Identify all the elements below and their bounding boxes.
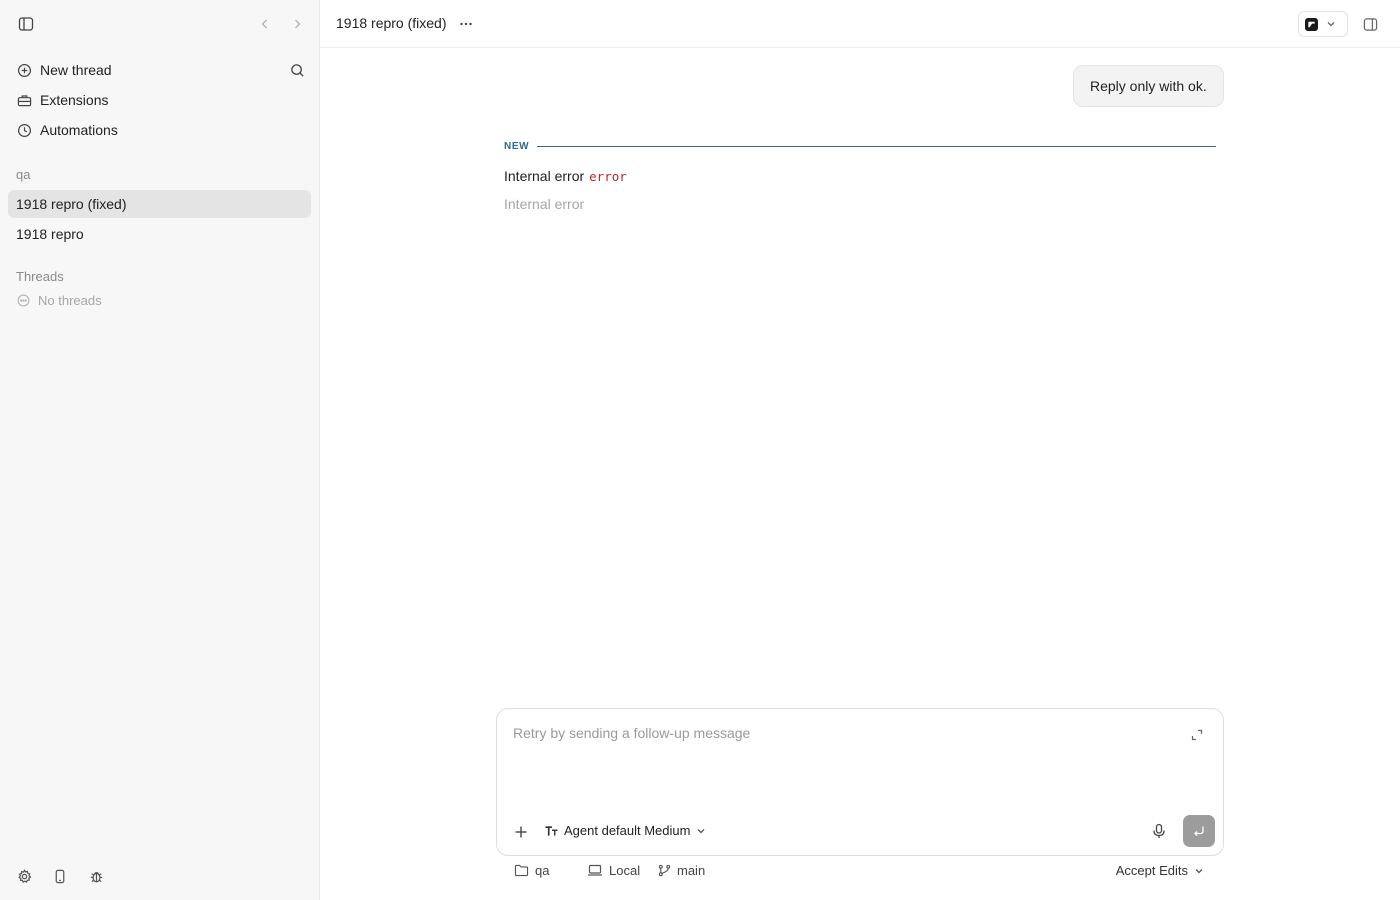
- thread-item-active[interactable]: 1918 repro (fixed): [8, 190, 311, 218]
- new-messages-divider: NEW: [504, 139, 1216, 153]
- expand-icon: [1191, 729, 1203, 741]
- panel-right-icon: [1363, 17, 1377, 31]
- accept-edits-label: Accept Edits: [1115, 863, 1188, 878]
- text-size-icon: [545, 825, 558, 836]
- sidebar-footer: [0, 852, 320, 900]
- thread-header: 1918 repro (fixed): [320, 0, 1400, 48]
- toolbox-icon: [16, 92, 32, 108]
- search-threads-button[interactable]: [285, 58, 309, 82]
- thread-item[interactable]: 1918 repro: [8, 220, 311, 248]
- forward-button[interactable]: [285, 12, 309, 36]
- mobile-button[interactable]: [48, 864, 72, 888]
- sidebar-item-new-thread[interactable]: New thread: [8, 56, 311, 84]
- debug-button[interactable]: [84, 864, 108, 888]
- error-message: Internal error error: [504, 168, 627, 184]
- folder-selector[interactable]: qa: [514, 863, 549, 878]
- environment-label: Local: [609, 863, 641, 878]
- voice-input-button[interactable]: [1147, 819, 1171, 843]
- clock-icon: [16, 122, 32, 138]
- expand-composer-button[interactable]: [1185, 723, 1209, 747]
- add-attachment-button[interactable]: [509, 820, 533, 844]
- agent-mode-label: Agent default Medium: [564, 823, 691, 838]
- branch-selector[interactable]: main: [658, 863, 705, 878]
- project-section-label[interactable]: qa: [16, 167, 30, 182]
- plus-circle-icon: [16, 62, 32, 78]
- back-button[interactable]: [253, 12, 277, 36]
- open-in-app-dropdown[interactable]: [1298, 11, 1348, 37]
- search-icon: [290, 63, 304, 77]
- git-branch-icon: [658, 864, 671, 877]
- threads-section-label: Threads: [16, 269, 64, 284]
- more-horizontal-icon: [460, 22, 472, 26]
- main-panel: 1918 repro (fixed) Reply only with ok. N…: [320, 0, 1400, 900]
- send-button[interactable]: [1183, 815, 1215, 847]
- divider-line: [537, 145, 1216, 147]
- app-logo-icon: [1305, 17, 1318, 31]
- toggle-sidebar-button[interactable]: [14, 12, 38, 36]
- sidebar-item-label: Automations: [40, 122, 118, 138]
- chevron-down-icon: [1195, 868, 1203, 873]
- sidebar-item-label: New thread: [40, 62, 112, 78]
- toggle-right-panel-button[interactable]: [1358, 12, 1382, 36]
- new-divider-label: NEW: [504, 140, 530, 152]
- error-detail: Internal error: [504, 196, 585, 212]
- error-text: Internal error: [504, 168, 585, 184]
- chevron-down-icon: [1327, 22, 1335, 27]
- settings-button[interactable]: [12, 864, 36, 888]
- gear-icon: [17, 868, 31, 883]
- thread-title[interactable]: 1918 repro (fixed): [336, 15, 447, 31]
- laptop-icon: [588, 864, 602, 876]
- branch-label: main: [677, 863, 706, 878]
- bug-icon: [90, 871, 102, 882]
- message-input[interactable]: [513, 725, 1173, 741]
- sidebar-item-automations[interactable]: Automations: [8, 116, 311, 144]
- no-threads-placeholder: No threads: [16, 293, 102, 308]
- environment-selector[interactable]: Local: [587, 863, 640, 878]
- chevron-right-icon: [295, 19, 301, 29]
- sidebar-toggle-icon: [18, 17, 34, 31]
- send-enter-icon: [1194, 826, 1204, 836]
- plus-icon: [515, 826, 527, 838]
- folder-icon: [514, 864, 529, 877]
- sidebar: New thread Extensions Automations qa 191…: [0, 0, 320, 900]
- sidebar-toolbar: [0, 0, 320, 48]
- chat-dots-icon: [16, 294, 30, 308]
- sidebar-item-extensions[interactable]: Extensions: [8, 86, 311, 114]
- chevron-down-icon: [698, 828, 705, 833]
- composer-footer: qa Local main Accept Edits: [496, 860, 1224, 884]
- thread-menu-button[interactable]: [454, 12, 478, 36]
- chevron-left-icon: [261, 19, 267, 29]
- phone-icon: [55, 869, 65, 883]
- accept-edits-dropdown[interactable]: Accept Edits: [1116, 863, 1204, 878]
- error-code: error: [589, 169, 627, 184]
- agent-mode-dropdown[interactable]: Agent default Medium: [545, 823, 706, 838]
- no-threads-text: No threads: [38, 293, 102, 308]
- folder-label: qa: [535, 863, 550, 878]
- sidebar-item-label: Extensions: [40, 92, 109, 108]
- composer: Agent default Medium: [496, 708, 1224, 856]
- user-message-bubble: Reply only with ok.: [1073, 65, 1224, 107]
- microphone-icon: [1153, 823, 1165, 838]
